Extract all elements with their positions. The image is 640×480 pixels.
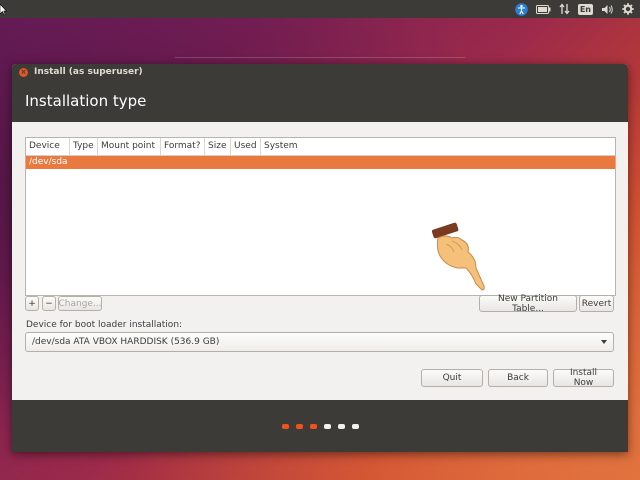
- back-button[interactable]: Back: [488, 369, 548, 387]
- top-panel: En: [0, 0, 640, 18]
- partition-table-header: Device Type Mount point Format? Size Use…: [26, 138, 615, 156]
- page-title: Installation type: [25, 92, 147, 110]
- page-content: Device Type Mount point Format? Size Use…: [12, 122, 628, 398]
- keyboard-lang-label: En: [577, 3, 593, 15]
- boot-loader-device-select[interactable]: /dev/sda ATA VBOX HARDDISK (536.9 GB): [25, 332, 614, 352]
- keyboard-lang-icon[interactable]: En: [577, 2, 593, 16]
- table-row[interactable]: /dev/sda: [26, 156, 615, 169]
- column-header-size[interactable]: Size: [205, 138, 231, 155]
- settings-gear-icon[interactable]: [622, 2, 634, 16]
- boot-loader-label: Device for boot loader installation:: [26, 320, 183, 330]
- battery-icon[interactable]: [535, 2, 551, 16]
- installer-window: × Install (as superuser) Installation ty…: [12, 64, 628, 452]
- progress-dot: [323, 423, 331, 429]
- mouse-pointer-icon: [0, 3, 8, 19]
- column-header-used[interactable]: Used: [231, 138, 261, 155]
- progress-dot: [309, 423, 317, 429]
- column-header-device[interactable]: Device: [26, 138, 70, 155]
- progress-footer: [12, 400, 628, 452]
- window-title: Install (as superuser): [34, 67, 143, 77]
- boot-loader-selected-value: /dev/sda ATA VBOX HARDDISK (536.9 GB): [32, 337, 220, 347]
- network-icon[interactable]: [559, 2, 570, 16]
- progress-dot: [295, 423, 303, 429]
- progress-dot: [337, 423, 345, 429]
- column-header-mount-point[interactable]: Mount point: [98, 138, 161, 155]
- chevron-down-icon: [601, 340, 607, 344]
- quit-button[interactable]: Quit: [421, 369, 483, 387]
- column-header-system[interactable]: System: [261, 138, 307, 155]
- page-header: Installation type: [12, 80, 628, 122]
- column-header-type[interactable]: Type: [70, 138, 98, 155]
- decorative-line: [175, 57, 465, 58]
- row-device: /dev/sda: [29, 157, 68, 167]
- remove-partition-button[interactable]: −: [42, 296, 56, 311]
- volume-icon[interactable]: [601, 2, 614, 16]
- window-titlebar[interactable]: × Install (as superuser): [12, 64, 628, 80]
- progress-dot: [281, 423, 289, 429]
- install-now-button[interactable]: Install Now: [553, 368, 614, 388]
- change-partition-button[interactable]: Change...: [58, 296, 102, 311]
- pointing-hand-icon: [431, 214, 502, 295]
- column-header-format[interactable]: Format?: [161, 138, 205, 155]
- add-partition-button[interactable]: +: [25, 296, 39, 311]
- revert-button[interactable]: Revert: [579, 295, 614, 312]
- close-icon[interactable]: ×: [19, 67, 28, 77]
- new-partition-table-button[interactable]: New Partition Table...: [479, 294, 577, 314]
- partition-table[interactable]: Device Type Mount point Format? Size Use…: [25, 137, 616, 296]
- accessibility-icon[interactable]: [515, 2, 528, 16]
- progress-dot: [351, 423, 359, 429]
